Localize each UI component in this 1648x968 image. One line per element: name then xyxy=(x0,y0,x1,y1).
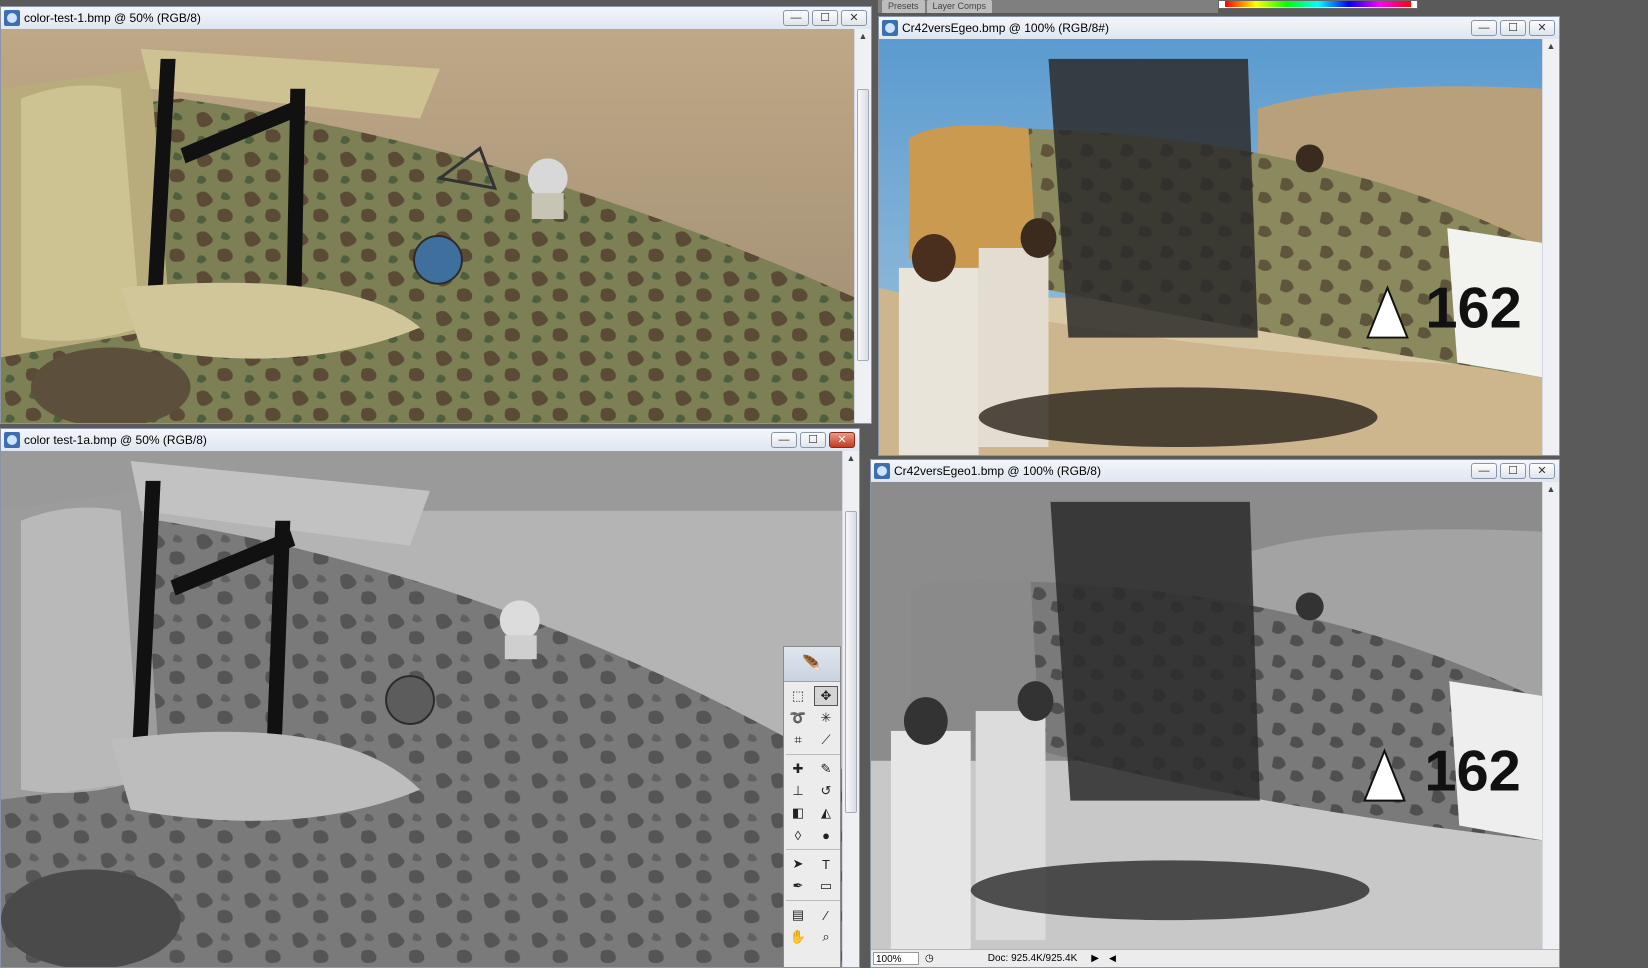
shape-icon[interactable]: ▭ xyxy=(814,876,838,896)
blur-icon[interactable]: ◊ xyxy=(786,825,810,845)
document-window-color-test-1[interactable]: color-test-1.bmp @ 50% (RGB/8) — ☐ ✕ ▲ xyxy=(0,6,872,424)
biplane-render-color xyxy=(1,29,855,423)
minimize-button[interactable]: — xyxy=(771,432,797,448)
maximize-button[interactable]: ☐ xyxy=(800,432,826,448)
scroll-up-arrow[interactable]: ▲ xyxy=(1543,482,1559,496)
biplane-photo-color: 162 xyxy=(879,39,1543,455)
document-window-cr42versegeo1[interactable]: Cr42versEgeo1.bmp @ 100% (RGB/8) — ☐ ✕ 1… xyxy=(870,459,1560,968)
status-bar: 100% ◷ Doc: 925.4K/925.4K ▶ ◀ xyxy=(871,949,1559,967)
window-title: Cr42versEgeo.bmp @ 100% (RGB/8#) xyxy=(902,21,1109,35)
move-icon[interactable]: ✥ xyxy=(814,686,838,706)
zoom-field[interactable]: 100% xyxy=(873,952,919,965)
doc-info-icon[interactable]: ◷ xyxy=(925,953,934,964)
scroll-up-arrow[interactable]: ▲ xyxy=(1543,39,1559,53)
doc-size-info: Doc: 925.4K/925.4K xyxy=(987,953,1078,964)
slice-icon[interactable]: ⟋ xyxy=(814,730,838,750)
panel-tab-layer-comps[interactable]: Layer Comps xyxy=(926,0,993,13)
window-title: Cr42versEgeo1.bmp @ 100% (RGB/8) xyxy=(894,464,1101,478)
image-canvas[interactable]: 162 xyxy=(879,39,1543,455)
healing-icon[interactable]: ✚ xyxy=(786,759,810,779)
crop-icon[interactable]: ⌗ xyxy=(786,730,810,750)
photoshop-doc-icon xyxy=(882,20,898,36)
window-titlebar[interactable]: color-test-1.bmp @ 50% (RGB/8) — ☐ ✕ xyxy=(1,7,871,30)
aircraft-number: 162 xyxy=(1425,277,1521,341)
feather-icon: 🪶 xyxy=(802,656,822,673)
close-button[interactable]: ✕ xyxy=(1529,463,1555,479)
minimize-button[interactable]: — xyxy=(1471,463,1497,479)
dodge-icon[interactable]: ● xyxy=(814,825,838,845)
document-window-cr42versegeo[interactable]: Cr42versEgeo.bmp @ 100% (RGB/8#) — ☐ ✕ 1… xyxy=(878,16,1560,456)
aircraft-number: 162 xyxy=(1424,740,1520,804)
eraser-icon[interactable]: ◧ xyxy=(786,803,810,823)
window-titlebar[interactable]: color test-1a.bmp @ 50% (RGB/8) — ☐ ✕ xyxy=(1,429,859,452)
tools-palette: 🪶 ⬚ ✥ ➰ ✳ ⌗ ⟋ ✚ ✎ ⊥ ↺ ◧ ◭ ◊ ● ➤ T ✒ ▭ ▤ … xyxy=(783,646,841,968)
window-title: color test-1a.bmp @ 50% (RGB/8) xyxy=(24,433,207,447)
vertical-scrollbar[interactable]: ▲ xyxy=(854,29,871,423)
biplane-render-grayscale xyxy=(1,451,843,967)
panel-tab-presets[interactable]: Presets xyxy=(882,0,925,13)
scroll-up-arrow[interactable]: ▲ xyxy=(843,451,859,465)
minimize-button[interactable]: — xyxy=(1471,20,1497,36)
image-canvas[interactable]: 162 xyxy=(871,482,1543,949)
close-button[interactable]: ✕ xyxy=(829,432,855,448)
close-button[interactable]: ✕ xyxy=(1529,20,1555,36)
zoom-icon[interactable]: ⌕ xyxy=(814,927,838,947)
type-icon[interactable]: T xyxy=(814,854,838,874)
close-button[interactable]: ✕ xyxy=(841,10,867,26)
maximize-button[interactable]: ☐ xyxy=(1500,20,1526,36)
scroll-thumb[interactable] xyxy=(857,89,869,361)
bucket-icon[interactable]: ◭ xyxy=(814,803,838,823)
window-titlebar[interactable]: Cr42versEgeo.bmp @ 100% (RGB/8#) — ☐ ✕ xyxy=(879,17,1559,40)
window-titlebar[interactable]: Cr42versEgeo1.bmp @ 100% (RGB/8) — ☐ ✕ xyxy=(871,460,1559,483)
scroll-thumb[interactable] xyxy=(845,511,857,813)
hand-icon[interactable]: ✋ xyxy=(786,927,810,947)
magic-wand-icon[interactable]: ✳ xyxy=(814,708,838,728)
status-menu-arrow-icon[interactable]: ▶ xyxy=(1091,953,1099,964)
stamp-icon[interactable]: ⊥ xyxy=(786,781,810,801)
photoshop-doc-icon xyxy=(4,10,20,26)
pen-icon[interactable]: ✒ xyxy=(786,876,810,896)
history-brush-icon[interactable]: ↺ xyxy=(814,781,838,801)
maximize-button[interactable]: ☐ xyxy=(1500,463,1526,479)
notes-icon[interactable]: ▤ xyxy=(786,905,810,925)
brush-icon[interactable]: ✎ xyxy=(814,759,838,779)
vertical-scrollbar[interactable]: ▲ xyxy=(842,451,859,967)
color-spectrum[interactable] xyxy=(1218,0,1418,9)
document-window-color-test-1a[interactable]: color test-1a.bmp @ 50% (RGB/8) — ☐ ✕ ▲ xyxy=(0,428,860,968)
biplane-photo-grayscale: 162 xyxy=(871,482,1543,949)
scroll-up-arrow[interactable]: ▲ xyxy=(855,29,871,43)
eyedropper-icon[interactable]: ⁄ xyxy=(814,905,838,925)
marquee-icon[interactable]: ⬚ xyxy=(786,686,810,706)
photoshop-doc-icon xyxy=(4,432,20,448)
vertical-scrollbar[interactable]: ▲ xyxy=(1542,39,1559,455)
maximize-button[interactable]: ☐ xyxy=(812,10,838,26)
toolbox-header[interactable]: 🪶 xyxy=(784,647,840,682)
vertical-scrollbar[interactable]: ▲ xyxy=(1542,482,1559,949)
photoshop-doc-icon xyxy=(874,463,890,479)
panel-tabs: Presets Layer Comps xyxy=(878,0,1218,13)
minimize-button[interactable]: — xyxy=(783,10,809,26)
window-title: color-test-1.bmp @ 50% (RGB/8) xyxy=(24,11,201,25)
path-select-icon[interactable]: ➤ xyxy=(786,854,810,874)
lasso-icon[interactable]: ➰ xyxy=(786,708,810,728)
image-canvas[interactable] xyxy=(1,451,843,967)
hscroll-left-arrow-icon[interactable]: ◀ xyxy=(1109,953,1116,964)
image-canvas[interactable] xyxy=(1,29,855,423)
